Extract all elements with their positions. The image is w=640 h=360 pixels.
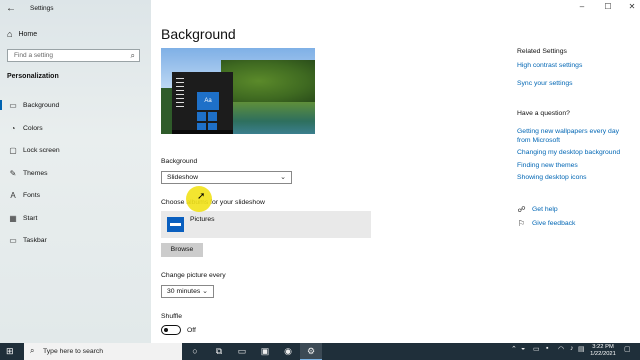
sidebar-item-label: Taskbar [23, 236, 47, 244]
page-title: Background [161, 26, 236, 42]
change-every-label: Change picture every [161, 272, 226, 279]
get-help-link[interactable]: Get help [532, 206, 558, 213]
fonts-icon: A [10, 190, 16, 200]
window-title: Settings [30, 5, 54, 12]
sidebar-item-label: Colors [23, 124, 43, 132]
taskbar-search-box[interactable]: ⌕ Type here to search [24, 343, 182, 360]
folder-thumbnail-icon [167, 217, 184, 232]
volume-icon[interactable]: ♪ [570, 345, 574, 352]
link-sync-settings[interactable]: Sync your settings [517, 79, 573, 88]
album-item[interactable]: Pictures [161, 211, 371, 238]
taskbar-clock[interactable]: 3:22 PM 1/22/2021 [588, 344, 618, 358]
section-title-personalization: Personalization [7, 73, 59, 80]
preview-desktop-mock: Aa [172, 72, 233, 134]
album-name: Pictures [190, 216, 215, 223]
related-settings-heading: Related Settings [517, 48, 567, 55]
network-icon[interactable]: ◒ [521, 345, 525, 352]
keyboard-icon[interactable]: ▤ [578, 345, 585, 353]
sidebar-item-label: Fonts [23, 191, 40, 199]
notifications-icon[interactable]: ▢ [624, 345, 631, 353]
picture-icon: ▭ [9, 100, 17, 110]
task-view-icon[interactable]: ⧉ [208, 343, 230, 360]
preview-water [221, 102, 315, 134]
shuffle-state: Off [187, 327, 196, 334]
clock-time: 3:22 PM [592, 344, 614, 350]
windows-start-icon[interactable]: ⊞ [6, 346, 14, 357]
background-type-value: Slideshow [167, 174, 198, 181]
home-icon: ⌂ [7, 29, 13, 39]
link-change-background[interactable]: Changing my desktop background [517, 148, 620, 157]
settings-sidebar: ⌂ Home Find a setting ⌕ Personalization … [0, 0, 151, 343]
preview-trees [221, 60, 315, 102]
help-chat-icon: ☍ [517, 205, 526, 214]
sidebar-item-lock-screen[interactable]: ▢ Lock screen [0, 141, 151, 159]
brush-icon: ✎ [9, 168, 17, 178]
get-help-row[interactable]: ☍ Get help [517, 205, 558, 214]
sidebar-item-label: Background [23, 101, 60, 109]
chevron-down-icon: ⌄ [280, 174, 286, 181]
link-high-contrast[interactable]: High contrast settings [517, 61, 582, 70]
home-nav-item[interactable]: ⌂ Home [7, 29, 37, 39]
sidebar-item-taskbar[interactable]: ▭ Taskbar [0, 231, 151, 249]
mouse-pointer-icon: ➚ [197, 191, 206, 202]
feedback-icon: ⚐ [517, 219, 526, 228]
chevron-down-icon: ⌄ [202, 288, 208, 295]
taskbar-search-placeholder: Type here to search [43, 348, 104, 355]
windows-taskbar: ⊞ ⌕ Type here to search ○ ⧉ ▭ ▣ ◉ ⚙ ⌃ ◒ … [0, 343, 640, 360]
sidebar-item-colors[interactable]: ◔ Colors [0, 119, 151, 137]
link-finding-themes[interactable]: Finding new themes [517, 161, 578, 170]
change-interval-value: 30 minutes [167, 288, 201, 295]
background-type-dropdown[interactable]: Slideshow ⌄ [161, 171, 292, 184]
sidebar-item-label: Start [23, 214, 38, 222]
search-icon: ⌕ [30, 346, 35, 355]
find-setting-search[interactable]: Find a setting ⌕ [7, 49, 140, 62]
link-desktop-icons[interactable]: Showing desktop icons [517, 173, 587, 182]
give-feedback-link[interactable]: Give feedback [532, 220, 575, 227]
preview-tile: Aa [197, 92, 219, 110]
sidebar-item-themes[interactable]: ✎ Themes [0, 164, 151, 182]
preview-start-list [176, 78, 184, 110]
question-heading: Have a question? [517, 110, 570, 117]
preview-taskbar [172, 130, 233, 134]
give-feedback-row[interactable]: ⚐ Give feedback [517, 219, 576, 228]
minimize-icon[interactable]: – [572, 2, 592, 14]
browse-button[interactable]: Browse [161, 243, 203, 257]
maximize-icon[interactable]: ☐ [598, 2, 618, 14]
cortana-icon[interactable]: ○ [184, 343, 206, 360]
sidebar-item-label: Themes [23, 169, 48, 177]
albums-label: Choose albums for your slideshow [161, 199, 265, 206]
file-explorer-icon[interactable]: ▭ [231, 343, 253, 360]
change-interval-dropdown[interactable]: 30 minutes ⌄ [161, 285, 214, 298]
chrome-icon[interactable]: ◉ [277, 343, 299, 360]
palette-icon: ◔ [10, 123, 16, 133]
settings-gear-icon[interactable]: ⚙ [300, 343, 322, 360]
sidebar-item-background[interactable]: ▭ Background [0, 96, 151, 114]
sidebar-item-fonts[interactable]: A Fonts [0, 186, 151, 204]
search-icon: ⌕ [130, 51, 135, 60]
store-icon[interactable]: ▣ [254, 343, 276, 360]
app-tray-icon[interactable]: ▪ [546, 345, 548, 352]
taskbar-icon: ▭ [9, 235, 17, 245]
clock-date: 1/22/2021 [590, 351, 616, 357]
background-label: Background [161, 158, 198, 165]
show-hidden-icons-icon[interactable]: ⌃ [511, 345, 517, 353]
sidebar-item-label: Lock screen [23, 146, 60, 154]
background-preview: Aa [161, 48, 315, 134]
start-menu-icon: ▦ [9, 213, 17, 223]
sidebar-item-start[interactable]: ▦ Start [0, 209, 151, 227]
home-label: Home [18, 30, 38, 38]
find-setting-placeholder: Find a setting [14, 52, 54, 59]
battery-icon[interactable]: ▭ [533, 345, 540, 353]
window-titlebar: ← Settings – ☐ ✕ [0, 0, 640, 16]
shuffle-label: Shuffle [161, 313, 183, 320]
back-arrow-icon[interactable]: ← [6, 3, 16, 14]
wifi-icon[interactable]: ◠ [558, 345, 564, 353]
close-icon[interactable]: ✕ [622, 2, 640, 14]
lock-screen-icon: ▢ [9, 145, 17, 155]
link-new-wallpapers[interactable]: Getting new wallpapers every day from Mi… [517, 127, 627, 145]
shuffle-toggle[interactable] [161, 325, 181, 335]
